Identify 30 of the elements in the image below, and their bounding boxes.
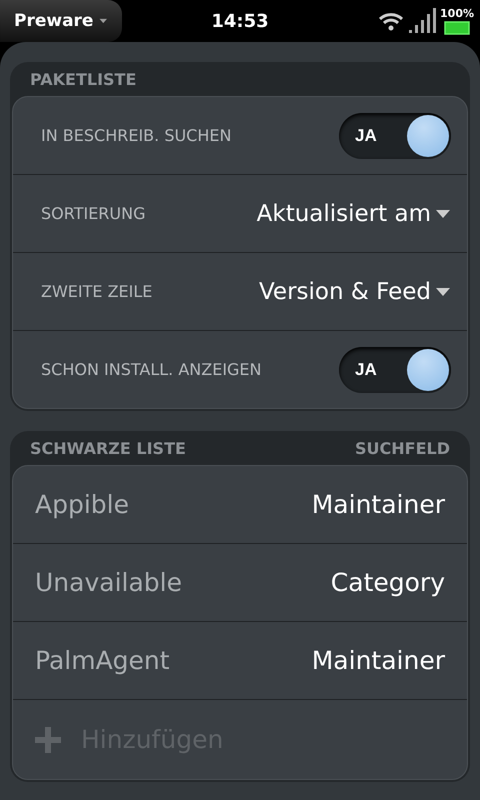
search-field-name: Maintainer (312, 490, 445, 519)
package-name: PalmAgent (35, 646, 170, 675)
plus-icon (35, 726, 61, 752)
package-name: Unavailable (35, 568, 182, 597)
package-name: Appible (35, 490, 129, 519)
signal-icon (408, 8, 436, 34)
setting-label: IN BESCHREIB. SUCHEN (41, 126, 232, 145)
blacklist-item[interactable]: Appible Maintainer (13, 466, 467, 543)
battery-percent: 100% (440, 7, 474, 20)
section-title: SCHWARZE LISTE (30, 439, 186, 458)
setting-label: SORTIERUNG (41, 204, 146, 223)
blacklist-item[interactable]: Unavailable Category (13, 543, 467, 621)
toggle-switch[interactable]: JA (339, 112, 451, 158)
toggle-switch[interactable]: JA (339, 346, 451, 392)
setting-label: ZWEITE ZEILE (41, 282, 152, 301)
dropdown-selector[interactable]: Version & Feed (258, 278, 451, 304)
clock: 14:53 (211, 10, 269, 32)
section-title: PAKETLISTE (30, 70, 136, 89)
battery-icon (444, 21, 470, 35)
caret-icon (435, 286, 451, 296)
caret-icon (99, 16, 108, 26)
column-header: SUCHFELD (355, 439, 450, 458)
app-menu[interactable]: Preware (0, 0, 122, 42)
caret-icon (435, 208, 451, 218)
setting-label: SCHON INSTALL. ANZEIGEN (41, 360, 262, 379)
dropdown-selector[interactable]: Aktualisiert am (256, 200, 451, 226)
blacklist-item[interactable]: PalmAgent Maintainer (13, 621, 467, 699)
wifi-icon (378, 11, 404, 31)
search-field-name: Category (330, 568, 445, 597)
search-field-name: Maintainer (312, 646, 445, 675)
